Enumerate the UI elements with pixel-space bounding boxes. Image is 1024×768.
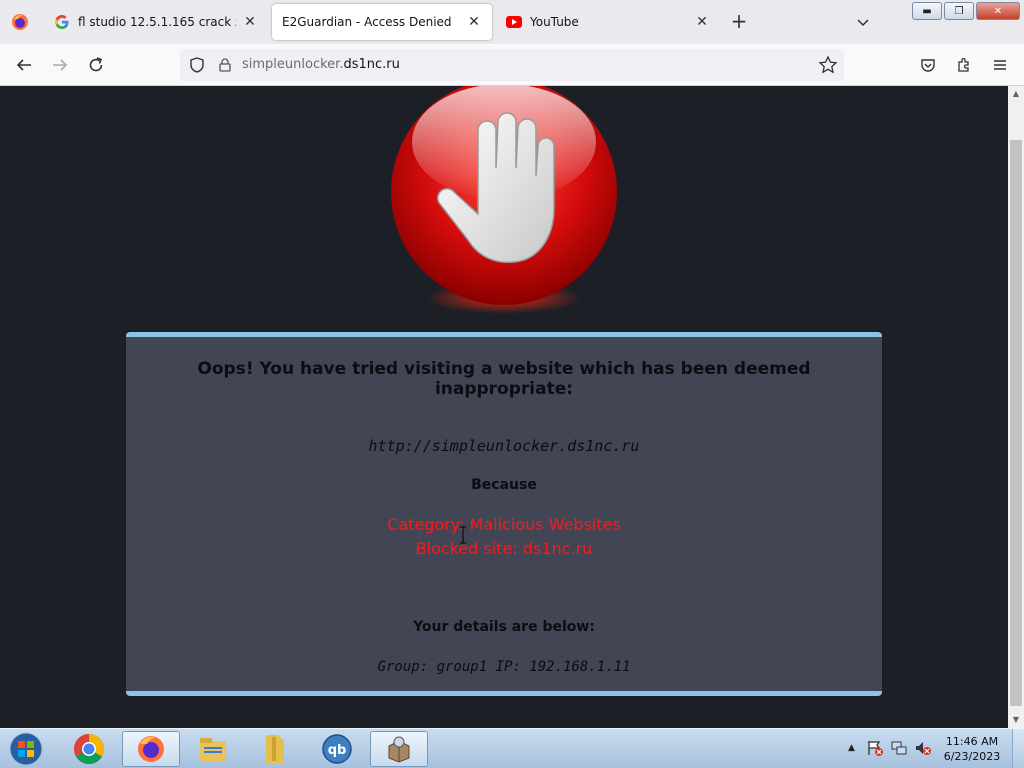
url-text[interactable]: simpleunlocker.ds1nc.ru — [242, 57, 400, 72]
show-desktop-button[interactable] — [1012, 729, 1024, 768]
youtube-icon — [506, 14, 522, 30]
installer-icon[interactable] — [370, 731, 428, 767]
qbittorrent-icon[interactable]: qb — [308, 731, 366, 767]
window-controls: ▬ ❐ ✕ — [912, 2, 1020, 20]
vertical-scrollbar[interactable]: ▲ ▼ — [1008, 86, 1024, 728]
blocked-url: http://simpleunlocker.ds1nc.ru — [368, 437, 640, 455]
tab-close-button[interactable]: ✕ — [694, 14, 710, 30]
text-cursor-icon — [458, 526, 468, 544]
action-center-flag-icon[interactable] — [866, 739, 884, 757]
url-subdomain: simpleunlocker. — [242, 57, 344, 72]
pocket-icon[interactable] — [916, 53, 940, 77]
forward-icon[interactable] — [48, 53, 72, 77]
system-tray: ▲ — [842, 735, 942, 763]
google-icon — [54, 14, 70, 30]
app-menu-icon[interactable] — [988, 53, 1012, 77]
firefox-view-icon[interactable] — [8, 10, 32, 34]
maximize-button[interactable]: ❐ — [944, 2, 974, 20]
chrome-icon[interactable] — [60, 731, 118, 767]
tab-close-button[interactable]: ✕ — [466, 14, 482, 30]
start-orb-icon[interactable] — [4, 731, 48, 767]
address-bar[interactable]: simpleunlocker.ds1nc.ru — [180, 49, 844, 81]
page-title: Oops! You have tried visiting a website … — [197, 359, 811, 399]
scroll-up-arrow-icon[interactable]: ▲ — [1008, 86, 1024, 102]
tracking-protection-shield-icon[interactable] — [188, 56, 206, 74]
extensions-icon[interactable] — [952, 53, 976, 77]
stop-hand-icon — [386, 86, 622, 322]
tab-title: E2Guardian - Access Denied — [282, 15, 452, 29]
site-info-icon[interactable] — [216, 56, 234, 74]
bookmark-star-icon[interactable] — [818, 55, 838, 75]
qbittorrent-label: qb — [328, 743, 347, 758]
list-all-tabs-icon[interactable] — [855, 14, 873, 30]
block-reason-category: Category: Malicious Websites — [387, 515, 621, 534]
tab-title: fl studio 12.5.1.165 crack zip do — [78, 15, 236, 29]
tab-title: YouTube — [530, 15, 579, 29]
scrollbar-thumb[interactable] — [1010, 140, 1022, 706]
minimize-button[interactable]: ▬ — [912, 2, 942, 20]
network-icon[interactable] — [890, 739, 908, 757]
firefox-icon[interactable] — [122, 731, 180, 767]
reload-icon[interactable] — [84, 53, 108, 77]
tab-fl-studio[interactable]: fl studio 12.5.1.165 crack zip do ✕ — [44, 4, 268, 40]
back-icon[interactable] — [12, 53, 36, 77]
explorer-icon[interactable] — [184, 731, 242, 767]
scroll-down-arrow-icon[interactable]: ▼ — [1008, 712, 1024, 728]
close-window-button[interactable]: ✕ — [976, 2, 1020, 20]
block-reason-site: Blocked site: ds1nc.ru — [415, 539, 593, 558]
tab-youtube[interactable]: YouTube ✕ — [496, 4, 720, 40]
user-details: Group: group1 IP: 192.168.1.11 — [377, 659, 631, 675]
because-label: Because — [471, 477, 537, 493]
show-hidden-icons-arrow[interactable]: ▲ — [848, 743, 855, 753]
taskbar: qb ▲ 11:46 AM 6/23/2023 — [0, 728, 1024, 768]
new-tab-button[interactable]: + — [728, 11, 750, 33]
url-domain: ds1nc.ru — [343, 57, 400, 72]
taskbar-clock[interactable]: 11:46 AM 6/23/2023 — [940, 734, 1004, 764]
access-denied-box: Oops! You have tried visiting a website … — [126, 332, 882, 696]
volume-muted-icon[interactable] — [914, 739, 932, 757]
page-content: Oops! You have tried visiting a website … — [0, 86, 1008, 728]
tab-close-button[interactable]: ✕ — [242, 14, 258, 30]
clock-time: 11:46 AM — [945, 735, 999, 748]
tab-e2guardian[interactable]: E2Guardian - Access Denied ✕ — [272, 4, 492, 40]
folder-icon[interactable] — [246, 731, 304, 767]
tab-strip: fl studio 12.5.1.165 crack zip do ✕ E2Gu… — [0, 0, 1024, 44]
navigation-toolbar: simpleunlocker.ds1nc.ru — [0, 44, 1024, 86]
clock-date: 6/23/2023 — [943, 750, 1001, 763]
details-heading: Your details are below: — [413, 619, 595, 635]
